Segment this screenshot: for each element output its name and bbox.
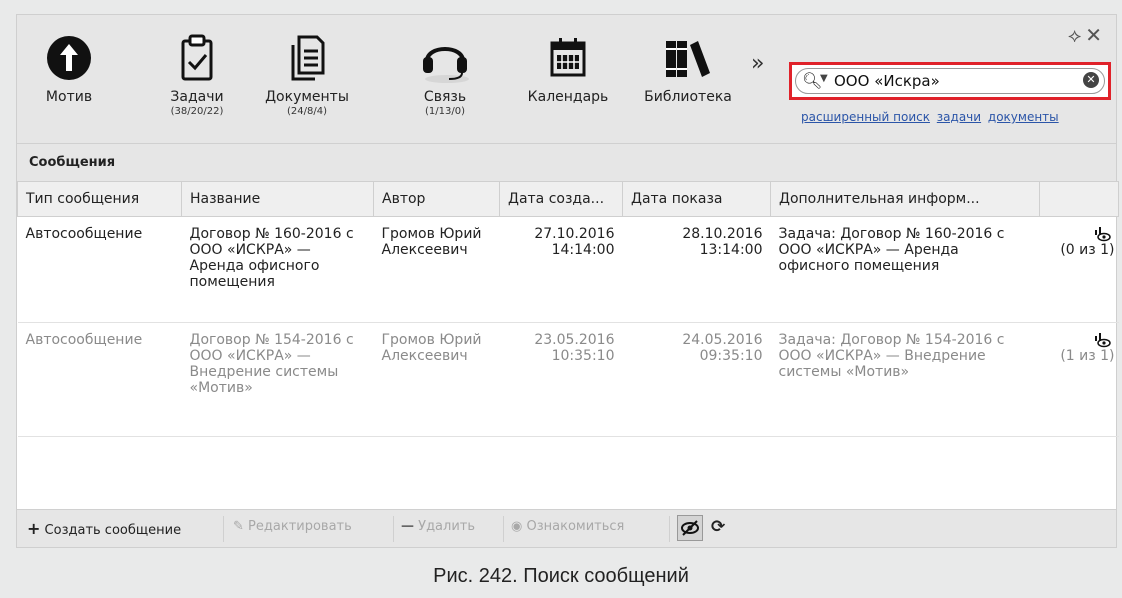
- clear-icon[interactable]: ✕: [1083, 72, 1099, 88]
- delete-label: Удалить: [418, 519, 476, 534]
- search-input[interactable]: [834, 71, 1054, 91]
- eye-signal-icon[interactable]: [1093, 332, 1111, 348]
- cell-name: Договор № 154-2016 с ООО «ИСКРА» — Внедр…: [181, 322, 374, 437]
- motiv-logo-icon: [47, 36, 91, 80]
- toolbar-label: Связь: [423, 89, 467, 105]
- toolbar-count: (38/20/22): [170, 106, 224, 117]
- toolbar-tasks[interactable]: Задачи (38/20/22): [165, 33, 229, 117]
- divider: [503, 516, 504, 542]
- toolbar-label: Библиотека: [644, 89, 732, 105]
- search-links: расширенный поиск задачи документы: [801, 110, 1062, 124]
- toolbar-count: (24/8/4): [287, 106, 327, 117]
- divider: [223, 516, 224, 542]
- read-count: (0 из 1): [1060, 242, 1115, 258]
- calendar-icon: [550, 38, 586, 77]
- toolbar-label: Документы: [265, 89, 349, 105]
- cell-shown: 24.05.2016 09:35:10: [622, 322, 771, 437]
- search-box: 🔍︎ ▼ ✕: [795, 68, 1105, 94]
- cell-created: 23.05.2016 10:35:10: [499, 322, 623, 437]
- column-header-read[interactable]: [1039, 181, 1119, 217]
- table-row[interactable]: Автосообщение Договор № 160-2016 с ООО «…: [17, 216, 1119, 323]
- bottom-toolbar: + Создать сообщение ✎ Редактировать — Уд…: [17, 509, 1116, 547]
- toolbar-documents[interactable]: Документы (24/8/4): [255, 33, 359, 117]
- main-toolbar: Мотив Задачи (38/20/22) Документы (24/8/…: [17, 15, 1116, 143]
- cell-author: Громов Юрий Алексеевич: [373, 322, 500, 437]
- read-count: (1 из 1): [1060, 348, 1115, 364]
- cell-type: Автосообщение: [17, 322, 182, 437]
- toolbar-label: Календарь: [527, 89, 609, 105]
- table-header-row: Тип сообщения Название Автор Дата созда.…: [17, 181, 1119, 217]
- minus-icon: —: [401, 519, 414, 534]
- refresh-icon[interactable]: ⟳: [711, 517, 725, 537]
- divider: [669, 516, 670, 542]
- toolbar-library[interactable]: Библиотека: [641, 33, 735, 105]
- plus-icon: +: [27, 519, 41, 538]
- column-header-name[interactable]: Название: [181, 181, 374, 217]
- cell-read: (0 из 1): [1039, 216, 1119, 323]
- documents-icon: [291, 35, 325, 81]
- books-icon: [666, 41, 710, 77]
- cell-info: Задача: Договор № 154-2016 с ООО «ИСКРА»…: [770, 322, 1040, 437]
- cell-name: Договор № 160-2016 с ООО «ИСКРА» — Аренд…: [181, 216, 374, 323]
- table-row[interactable]: Автосообщение Договор № 154-2016 с ООО «…: [17, 322, 1119, 437]
- toolbar-motiv[interactable]: Мотив: [39, 33, 99, 105]
- column-header-shown[interactable]: Дата показа: [622, 181, 771, 217]
- toolbar-more-button[interactable]: »: [751, 51, 764, 76]
- advanced-search-link[interactable]: расширенный поиск: [801, 110, 930, 124]
- toolbar-count: (1/13/0): [425, 106, 465, 117]
- pencil-icon: ✎: [233, 519, 244, 534]
- acquaint-label: Ознакомиться: [526, 519, 625, 534]
- headset-icon: [423, 47, 469, 83]
- window-controls[interactable]: ⟡✕: [1068, 23, 1106, 47]
- messages-table: Тип сообщения Название Автор Дата созда.…: [17, 181, 1119, 437]
- toolbar-label: Задачи: [170, 89, 224, 105]
- create-message-label: Создать сообщение: [44, 523, 182, 538]
- column-header-created[interactable]: Дата созда...: [499, 181, 623, 217]
- column-header-info[interactable]: Дополнительная информ...: [770, 181, 1040, 217]
- cell-read: (1 из 1): [1039, 322, 1119, 437]
- eye-signal-icon[interactable]: [1093, 226, 1111, 242]
- clipboard-check-icon: [181, 34, 213, 81]
- cell-info: Задача: Договор № 160-2016 с ООО «ИСКРА»…: [770, 216, 1040, 323]
- column-header-author[interactable]: Автор: [373, 181, 500, 217]
- eye-icon: ◉: [511, 519, 523, 534]
- divider: [393, 516, 394, 542]
- hide-read-toggle[interactable]: [677, 515, 703, 541]
- figure-caption: Рис. 242. Поиск сообщений: [433, 565, 689, 587]
- edit-label: Редактировать: [248, 519, 352, 534]
- cell-created: 27.10.2016 14:14:00: [499, 216, 623, 323]
- toolbar-calendar[interactable]: Календарь: [521, 33, 615, 105]
- section-header: Сообщения: [17, 143, 1116, 181]
- cell-shown: 28.10.2016 13:14:00: [622, 216, 771, 323]
- cell-type: Автосообщение: [17, 216, 182, 323]
- delete-button[interactable]: — Удалить: [401, 519, 475, 534]
- messages-window: Мотив Задачи (38/20/22) Документы (24/8/…: [16, 14, 1119, 548]
- chevron-down-icon[interactable]: ▼: [820, 73, 828, 84]
- tasks-link[interactable]: задачи: [937, 110, 981, 124]
- toolbar-communication[interactable]: Связь (1/13/0): [415, 33, 475, 117]
- eye-off-icon: [681, 520, 699, 536]
- cell-author: Громов Юрий Алексеевич: [373, 216, 500, 323]
- column-header-type[interactable]: Тип сообщения: [17, 181, 182, 217]
- edit-button[interactable]: ✎ Редактировать: [233, 519, 352, 534]
- documents-link[interactable]: документы: [988, 110, 1059, 124]
- create-message-button[interactable]: + Создать сообщение: [27, 519, 181, 538]
- acquaint-button[interactable]: ◉ Ознакомиться: [511, 519, 624, 534]
- search-highlight: 🔍︎ ▼ ✕: [789, 62, 1111, 100]
- toolbar-label: Мотив: [45, 89, 93, 105]
